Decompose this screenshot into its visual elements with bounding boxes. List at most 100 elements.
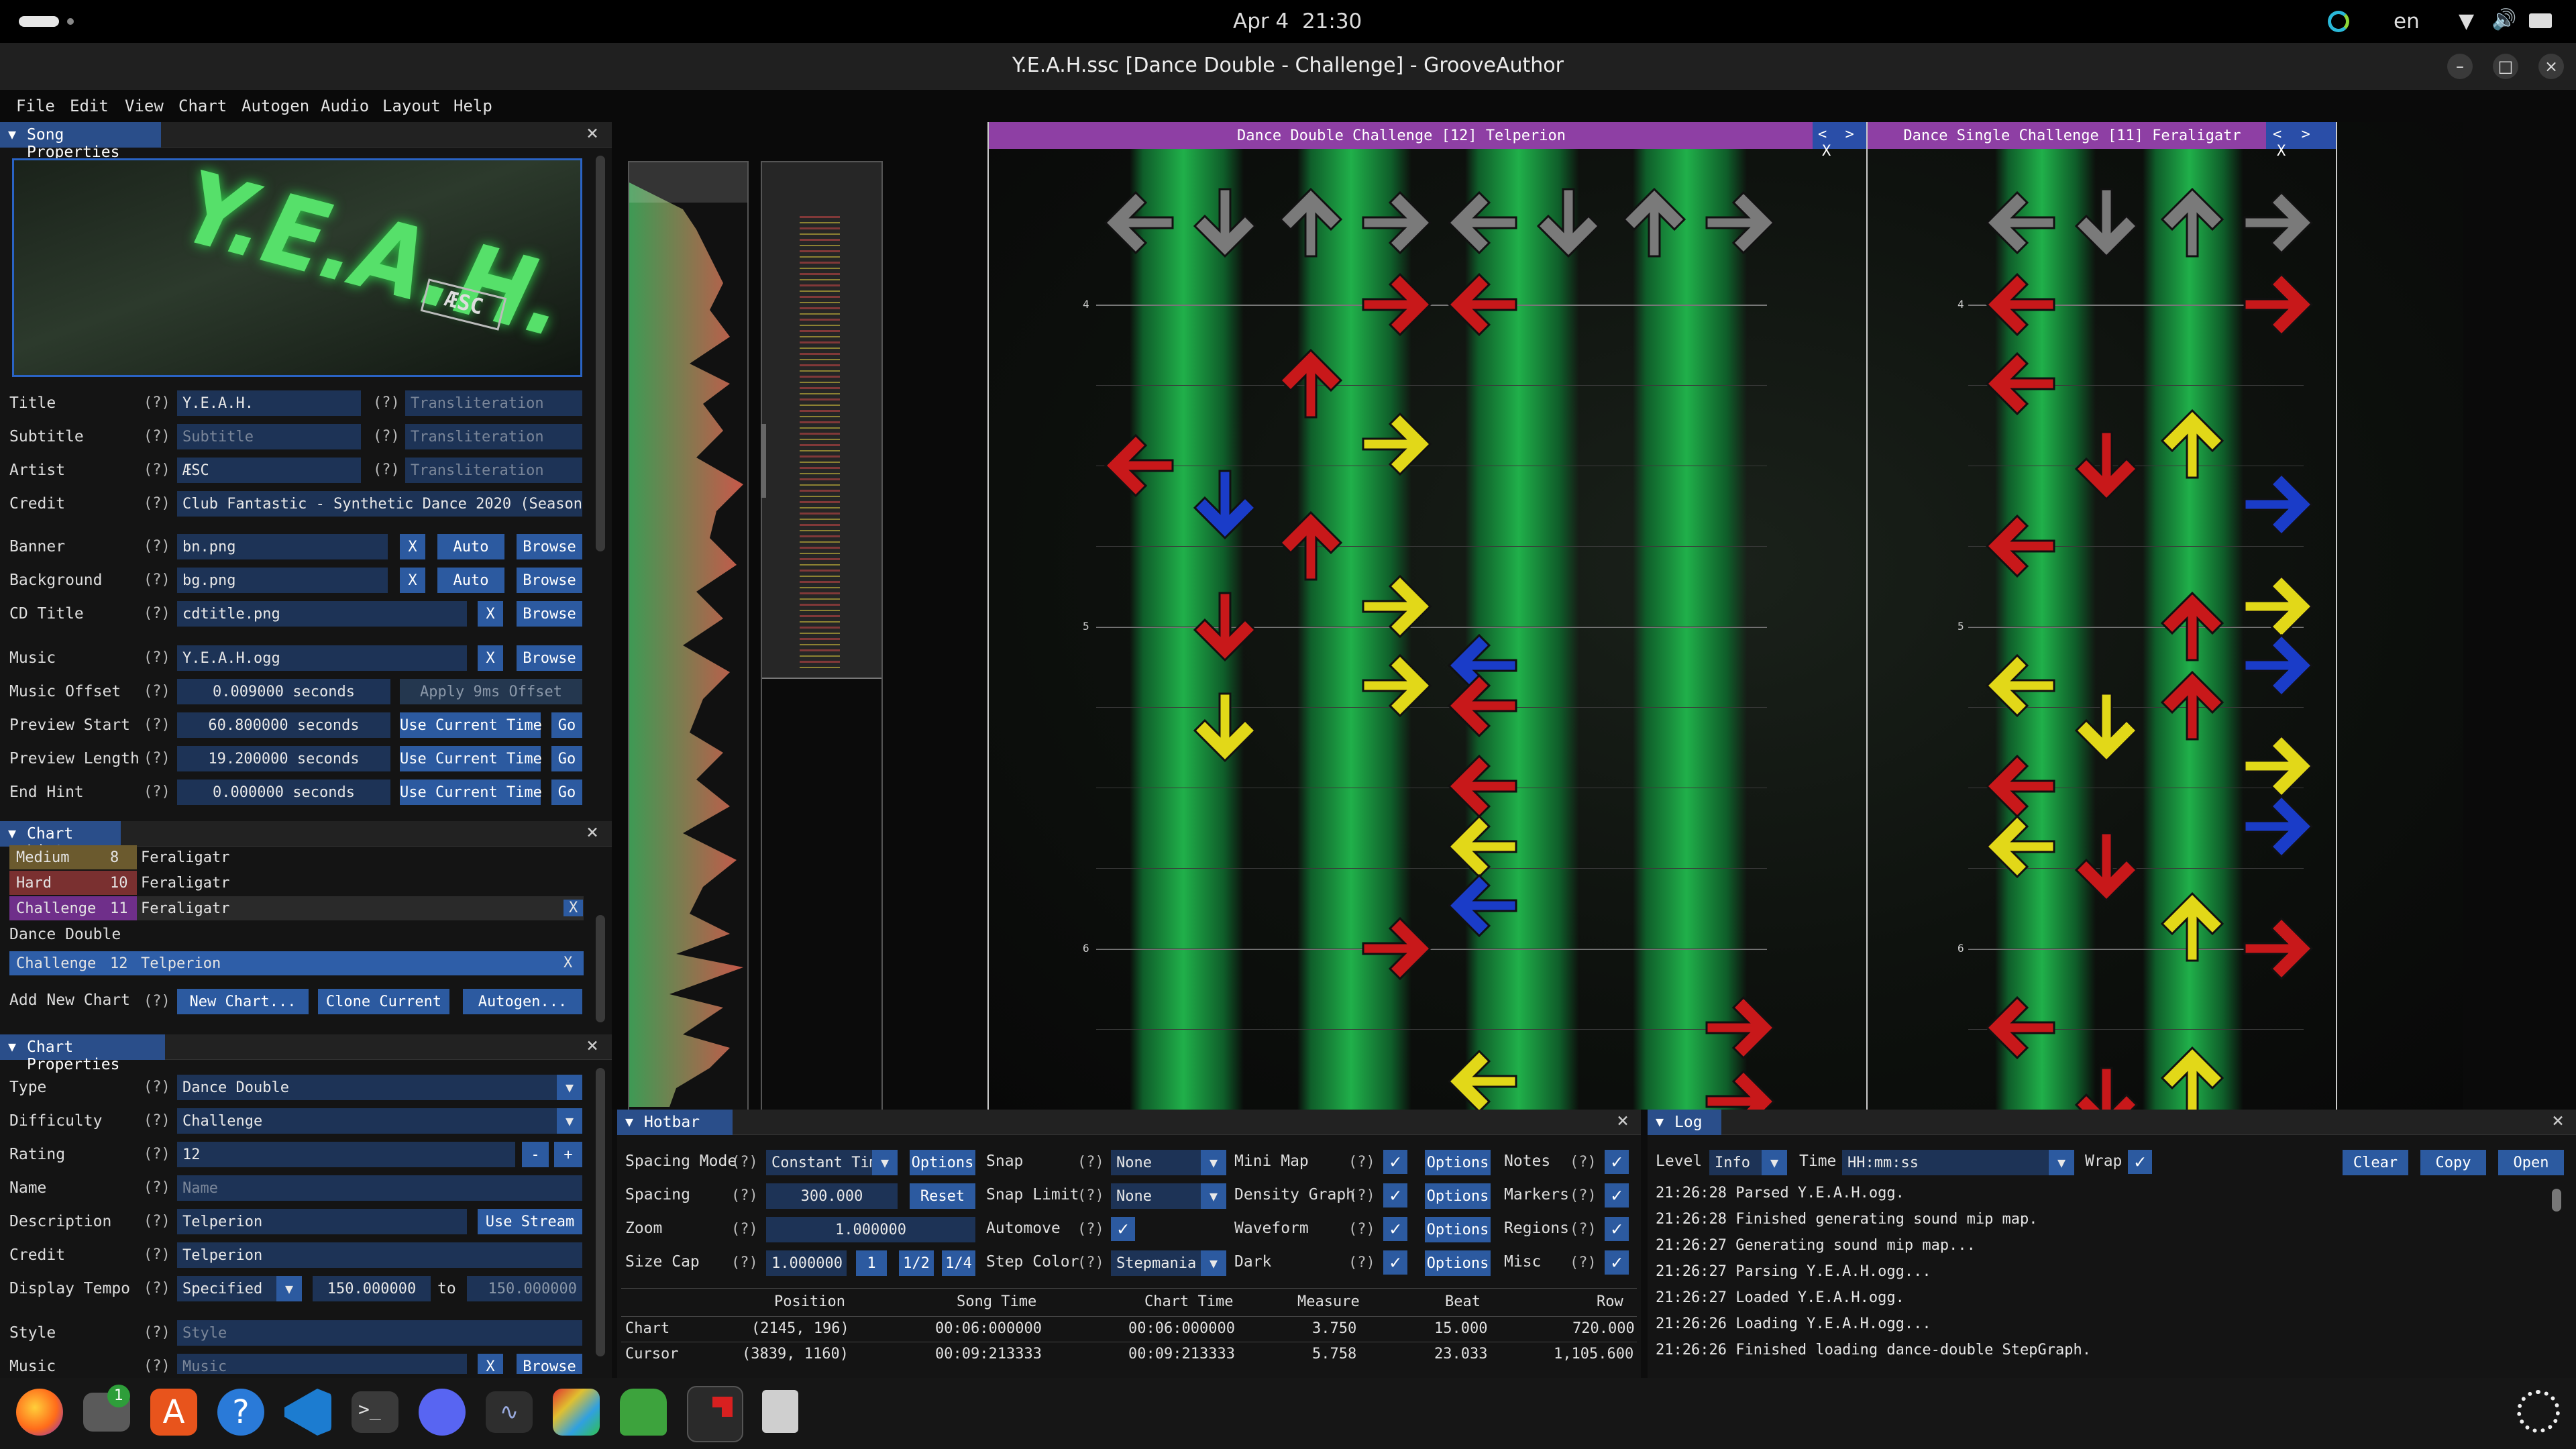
spacing-field[interactable]: 300.000 [766,1183,898,1209]
banner-auto-button[interactable]: Auto [437,534,504,559]
artist-translit-help[interactable]: (?) [373,462,400,478]
banner-clear-button[interactable]: X [400,534,425,559]
note-down-arrow-icon[interactable] [1185,586,1265,667]
color-ring-icon[interactable] [2328,11,2349,32]
note-down-arrow-icon[interactable] [2066,1061,2147,1110]
volume-icon[interactable]: 🔊 [2491,8,2516,32]
zoom-field[interactable]: 1.000000 [766,1217,975,1242]
cdtitle-browse-button[interactable]: Browse [517,601,582,627]
music-browse-button[interactable]: Browse [517,645,582,671]
battery-icon[interactable] [2529,13,2552,28]
note-right-arrow-icon[interactable] [1700,987,1780,1068]
close-button[interactable]: × [2538,54,2564,79]
menu-file[interactable]: File [16,97,55,115]
system-monitor-icon[interactable]: ∿ [486,1391,533,1433]
note-down-arrow-icon[interactable] [1185,464,1265,545]
wrap-checkbox[interactable]: ✓ [2128,1150,2152,1174]
spacing-mode-help[interactable]: (?) [731,1154,758,1171]
preview-length-help[interactable]: (?) [144,750,170,767]
automove-checkbox[interactable]: ✓ [1111,1217,1135,1241]
chart-list-scrollbar[interactable] [596,915,605,1022]
spacing-mode-options-button[interactable]: Options [910,1150,975,1175]
regions-help[interactable]: (?) [1570,1221,1597,1238]
subtitle-transliteration-field[interactable]: Transliteration [405,424,582,449]
close-chart-list-button[interactable]: × [586,822,598,843]
app-center-icon[interactable]: A [150,1389,197,1436]
misc-help[interactable]: (?) [1570,1254,1597,1271]
banner-help[interactable]: (?) [144,538,170,555]
clock[interactable]: Apr 4 21:30 [1233,9,1362,34]
spacing-reset-button[interactable]: Reset [910,1183,975,1209]
menu-layout[interactable]: Layout [382,97,441,115]
use-stream-button[interactable]: Use Stream [478,1209,582,1234]
note-up-arrow-icon[interactable] [2152,887,2233,967]
difficulty-dropdown[interactable]: Challenge ▼ [177,1108,582,1134]
note-left-arrow-icon[interactable] [1980,343,2061,424]
chart-music-help[interactable]: (?) [144,1358,170,1375]
density-graph-options-button[interactable]: Options [1425,1183,1491,1209]
menu-view[interactable]: View [125,97,164,115]
note-right-arrow-icon[interactable] [1700,1061,1780,1110]
cdtitle-file-field[interactable]: cdtitle.png [177,601,467,627]
type-dropdown[interactable]: Dance Double ▼ [177,1075,582,1100]
rating-increment-button[interactable]: + [554,1142,582,1167]
note-up-arrow-icon[interactable] [2152,404,2233,484]
spacing-mode-dropdown[interactable]: Constant Time ▼ [766,1150,898,1175]
density-graph[interactable] [628,161,749,1110]
end-hint-go-button[interactable]: Go [551,780,582,805]
subtitle-field[interactable]: Subtitle [177,424,361,449]
note-up-arrow-icon[interactable] [2152,586,2233,667]
step-color-dropdown[interactable]: Stepmania ▼ [1111,1250,1226,1276]
note-left-arrow-icon[interactable] [1442,264,1523,345]
artist-field[interactable]: ÆSC [177,458,361,483]
title-translit-help[interactable]: (?) [373,394,400,411]
style-field[interactable]: Style [177,1320,582,1346]
note-down-arrow-icon[interactable] [2066,687,2147,767]
clone-current-button[interactable]: Clone Current [318,989,449,1014]
chart-list-row-selected[interactable]: Challenge 12 Telperion X [9,951,584,975]
note-right-arrow-icon[interactable] [1356,264,1437,345]
banner-file-field[interactable]: bn.png [177,534,388,559]
rating-field[interactable]: 12 [177,1142,515,1167]
chart-row-delete[interactable]: X [564,900,584,916]
subtitle-help[interactable]: (?) [144,428,170,445]
title-help[interactable]: (?) [144,394,170,411]
firefox-icon[interactable] [16,1389,63,1436]
dark-checkbox[interactable]: ✓ [1383,1250,1407,1275]
credit-help[interactable]: (?) [144,495,170,512]
description-field[interactable]: Telperion [177,1209,467,1234]
note-left-arrow-icon[interactable] [1442,1041,1523,1110]
artist-transliteration-field[interactable]: Transliteration [405,458,582,483]
level-dropdown[interactable]: Info ▼ [1709,1150,1787,1175]
note-right-arrow-icon[interactable] [2238,625,2318,706]
double-chart-panel[interactable]: Dance Double Challenge [12] Telperion < … [987,122,1868,1110]
preview-length-go-button[interactable]: Go [551,746,582,771]
tab-log[interactable]: ▼ Log [1648,1110,1721,1135]
note-left-arrow-icon[interactable] [1980,987,2061,1068]
activities-indicator[interactable] [19,16,59,27]
music-clear-button[interactable]: X [478,645,503,671]
title-transliteration-field[interactable]: Transliteration [405,390,582,416]
snap-dropdown[interactable]: None ▼ [1111,1150,1226,1175]
note-up-arrow-icon[interactable] [2152,665,2233,746]
name-help[interactable]: (?) [144,1179,170,1196]
banner-browse-button[interactable]: Browse [517,534,582,559]
single-chart-panel[interactable]: Dance Single Challenge [11] Feraligatr <… [1868,122,2337,1110]
snap-limit-dropdown[interactable]: None ▼ [1111,1183,1226,1209]
double-chart-close-button[interactable]: X [1822,143,1831,160]
snap-help[interactable]: (?) [1077,1154,1104,1171]
single-chart-next-button[interactable]: > [2302,126,2310,143]
notes-checkbox[interactable]: ✓ [1605,1150,1629,1174]
language-indicator[interactable]: en [2394,9,2420,34]
chart-music-field[interactable]: Music [177,1354,467,1374]
note-right-arrow-icon[interactable] [1356,566,1437,647]
wifi-icon[interactable]: ▼ [2459,9,2474,33]
music-offset-help[interactable]: (?) [144,683,170,700]
mini-map-options-button[interactable]: Options [1425,1150,1491,1175]
end-hint-field[interactable]: 0.000000 seconds [177,780,390,805]
note-right-arrow-icon[interactable] [1356,404,1437,484]
automove-help[interactable]: (?) [1077,1221,1104,1238]
music-file-field[interactable]: Y.E.A.H.ogg [177,645,467,671]
chart-area[interactable]: Dance Double Challenge [12] Telperion < … [612,122,2576,1110]
menu-help[interactable]: Help [453,97,492,115]
